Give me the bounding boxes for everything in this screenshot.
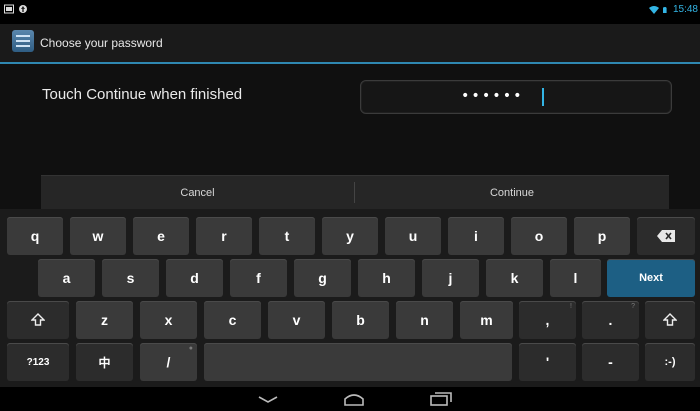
key-apostrophe[interactable]: ' xyxy=(519,343,576,381)
home-icon[interactable] xyxy=(341,391,367,407)
emoticon-key[interactable]: :-) xyxy=(645,343,695,381)
key-a[interactable]: a xyxy=(38,259,95,297)
navigation-bar xyxy=(0,387,700,411)
key-m[interactable]: m xyxy=(460,301,513,339)
page-title: Choose your password xyxy=(40,36,163,50)
back-chevron-icon[interactable] xyxy=(255,391,281,407)
key-g[interactable]: g xyxy=(294,259,351,297)
key-k[interactable]: k xyxy=(486,259,543,297)
next-key[interactable]: Next xyxy=(607,259,695,297)
shift-icon xyxy=(31,313,45,326)
shift-icon xyxy=(663,313,677,326)
instruction-text: Touch Continue when finished xyxy=(42,86,243,103)
key-slash[interactable]: / ● xyxy=(140,343,197,381)
recent-apps-icon[interactable] xyxy=(428,391,454,407)
shift-key-right[interactable] xyxy=(645,301,695,339)
question-hint: ? xyxy=(631,303,635,310)
key-period[interactable]: . ? xyxy=(582,301,639,339)
key-v[interactable]: v xyxy=(268,301,325,339)
action-bar: Choose your password xyxy=(0,24,700,64)
clock: 15:48 xyxy=(672,4,698,15)
key-e[interactable]: e xyxy=(133,217,189,255)
symbols-key[interactable]: ?123 xyxy=(7,343,69,381)
soft-keyboard: q w e r t y u i o p a s d f g h j k l Ne… xyxy=(0,209,700,387)
key-f[interactable]: f xyxy=(230,259,287,297)
language-key[interactable]: 中 xyxy=(76,343,133,381)
screen: 15:48 Choose your password Touch Continu… xyxy=(0,0,700,411)
key-z[interactable]: z xyxy=(76,301,133,339)
apostrophe-label: ' xyxy=(545,354,550,370)
wifi-icon xyxy=(648,5,659,14)
comma-label: , xyxy=(545,312,550,328)
status-right: 15:48 xyxy=(648,4,698,15)
key-o[interactable]: o xyxy=(511,217,567,255)
key-w[interactable]: w xyxy=(70,217,126,255)
key-p[interactable]: p xyxy=(574,217,630,255)
password-mask: •••••• xyxy=(461,88,524,104)
period-label: . xyxy=(608,312,613,328)
key-h[interactable]: h xyxy=(358,259,415,297)
key-dash[interactable]: - xyxy=(582,343,639,381)
cloud-upload-icon xyxy=(19,5,27,13)
key-t[interactable]: t xyxy=(259,217,315,255)
backspace-icon xyxy=(657,230,675,242)
battery-icon xyxy=(662,6,667,13)
key-r[interactable]: r xyxy=(196,217,252,255)
key-d[interactable]: d xyxy=(166,259,223,297)
password-input[interactable]: •••••• xyxy=(360,80,672,114)
key-comma[interactable]: , ! xyxy=(519,301,576,339)
key-n[interactable]: n xyxy=(396,301,453,339)
key-s[interactable]: s xyxy=(102,259,159,297)
screenshot-icon xyxy=(4,4,14,14)
key-c[interactable]: c xyxy=(204,301,261,339)
key-y[interactable]: y xyxy=(322,217,378,255)
key-q[interactable]: q xyxy=(7,217,63,255)
key-i[interactable]: i xyxy=(448,217,504,255)
exclaim-hint: ! xyxy=(570,303,572,310)
space-key[interactable] xyxy=(204,343,512,381)
mic-hint-icon: ● xyxy=(188,345,193,352)
button-bar: Cancel Continue xyxy=(41,175,669,209)
key-x[interactable]: x xyxy=(140,301,197,339)
dash-label: - xyxy=(608,354,613,370)
text-cursor xyxy=(542,88,544,106)
shift-key-left[interactable] xyxy=(7,301,69,339)
key-b[interactable]: b xyxy=(332,301,389,339)
cancel-button[interactable]: Cancel xyxy=(41,176,354,209)
key-u[interactable]: u xyxy=(385,217,441,255)
status-bar: 15:48 xyxy=(0,0,700,24)
settings-sliders-icon[interactable] xyxy=(12,30,34,52)
backspace-key[interactable] xyxy=(637,217,695,255)
slash-label: / xyxy=(166,354,171,370)
status-left xyxy=(4,4,28,14)
continue-button[interactable]: Continue xyxy=(355,176,669,209)
key-j[interactable]: j xyxy=(422,259,479,297)
key-l[interactable]: l xyxy=(550,259,601,297)
